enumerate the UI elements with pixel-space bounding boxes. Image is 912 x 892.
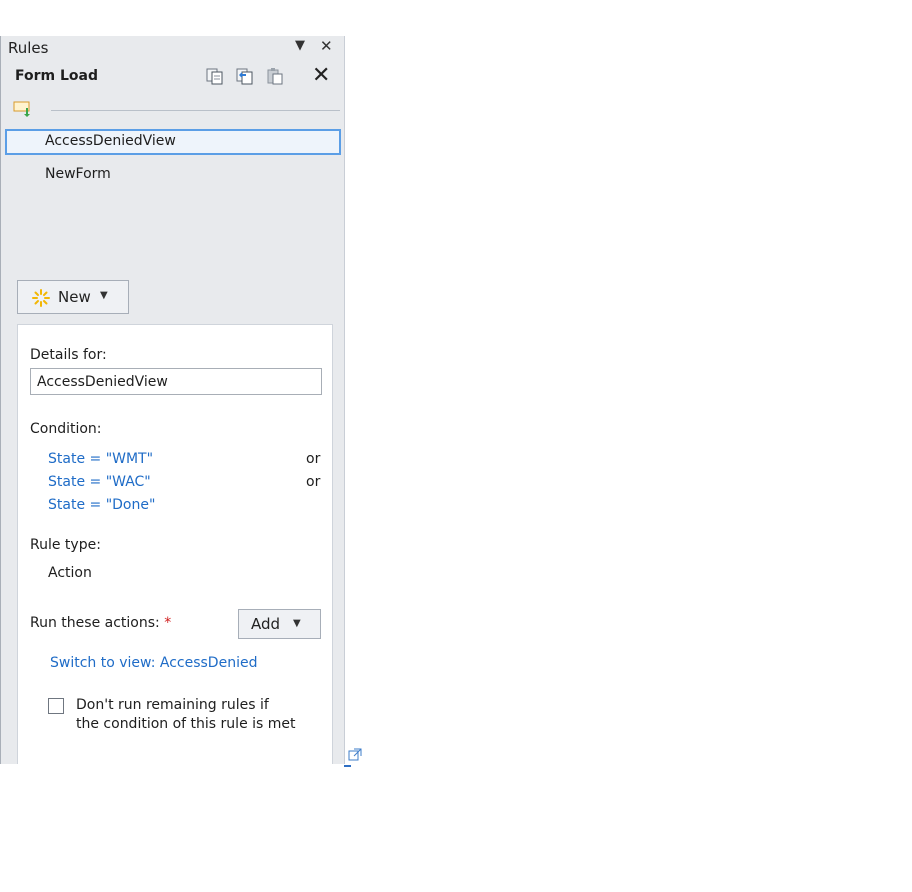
delete-icon[interactable]: ✕ bbox=[312, 63, 334, 88]
sparkle-icon bbox=[32, 289, 50, 311]
stop-processing-line-2: the condition of this rule is met bbox=[76, 716, 296, 732]
condition-link[interactable]: State = "WAC" bbox=[48, 474, 151, 490]
paste-icon[interactable] bbox=[265, 66, 285, 86]
chevron-down-icon: ▼ bbox=[100, 290, 108, 301]
rule-type-label: Rule type: bbox=[30, 537, 101, 553]
rule-name-field[interactable] bbox=[30, 368, 322, 395]
chevron-down-icon: ▼ bbox=[293, 618, 301, 629]
rule-list-divider bbox=[51, 110, 340, 111]
copy-rule-icon[interactable] bbox=[235, 66, 255, 86]
rule-group-icon bbox=[13, 100, 35, 122]
pane-title: Rules bbox=[8, 39, 49, 57]
rule-list-header bbox=[1, 98, 344, 120]
rule-type-value: Action bbox=[48, 565, 92, 581]
rules-toolbar: Form Load ✕ bbox=[1, 62, 344, 90]
add-button-label: Add bbox=[251, 615, 281, 633]
copy-icon[interactable] bbox=[205, 66, 225, 86]
rule-item-label: NewForm bbox=[45, 166, 111, 182]
run-actions-label: Run these actions: * bbox=[30, 615, 171, 631]
rule-details-panel: Details for: Condition: State = "WMT" or… bbox=[17, 324, 333, 764]
condition-link[interactable]: State = "Done" bbox=[48, 497, 155, 513]
popout-icon[interactable] bbox=[348, 748, 362, 762]
condition-link[interactable]: State = "WMT" bbox=[48, 451, 153, 467]
rule-item-newform[interactable]: NewForm bbox=[5, 162, 341, 188]
dropdown-triangle-icon[interactable]: ▼ bbox=[295, 38, 305, 53]
stop-processing-checkbox[interactable] bbox=[48, 698, 64, 714]
condition-label: Condition: bbox=[30, 421, 102, 437]
stop-processing-line-1: Don't run remaining rules if bbox=[76, 697, 269, 713]
add-action-button[interactable]: Add ▼ bbox=[238, 609, 321, 639]
run-actions-text: Run these actions: bbox=[30, 615, 160, 631]
condition-joiner: or bbox=[306, 451, 321, 467]
rule-item-accessdeniedview[interactable]: AccessDeniedView bbox=[5, 129, 341, 155]
new-rule-button[interactable]: New ▼ bbox=[17, 280, 129, 314]
section-name: Form Load bbox=[15, 68, 98, 84]
rule-item-label: AccessDeniedView bbox=[45, 133, 176, 149]
pane-title-bar: Rules ▼ ✕ bbox=[1, 36, 344, 60]
condition-joiner: or bbox=[306, 474, 321, 490]
action-link-switch-view[interactable]: Switch to view: AccessDenied bbox=[50, 655, 257, 671]
required-mark: * bbox=[164, 615, 172, 631]
popout-underline bbox=[344, 765, 351, 767]
details-for-label: Details for: bbox=[30, 347, 107, 363]
rules-pane: Rules ▼ ✕ Form Load ✕ AccessDeniedView N… bbox=[0, 36, 345, 764]
stop-processing-label: Don't run remaining rules if the conditi… bbox=[76, 696, 326, 734]
new-button-label: New bbox=[58, 288, 91, 306]
close-icon[interactable]: ✕ bbox=[320, 37, 333, 55]
